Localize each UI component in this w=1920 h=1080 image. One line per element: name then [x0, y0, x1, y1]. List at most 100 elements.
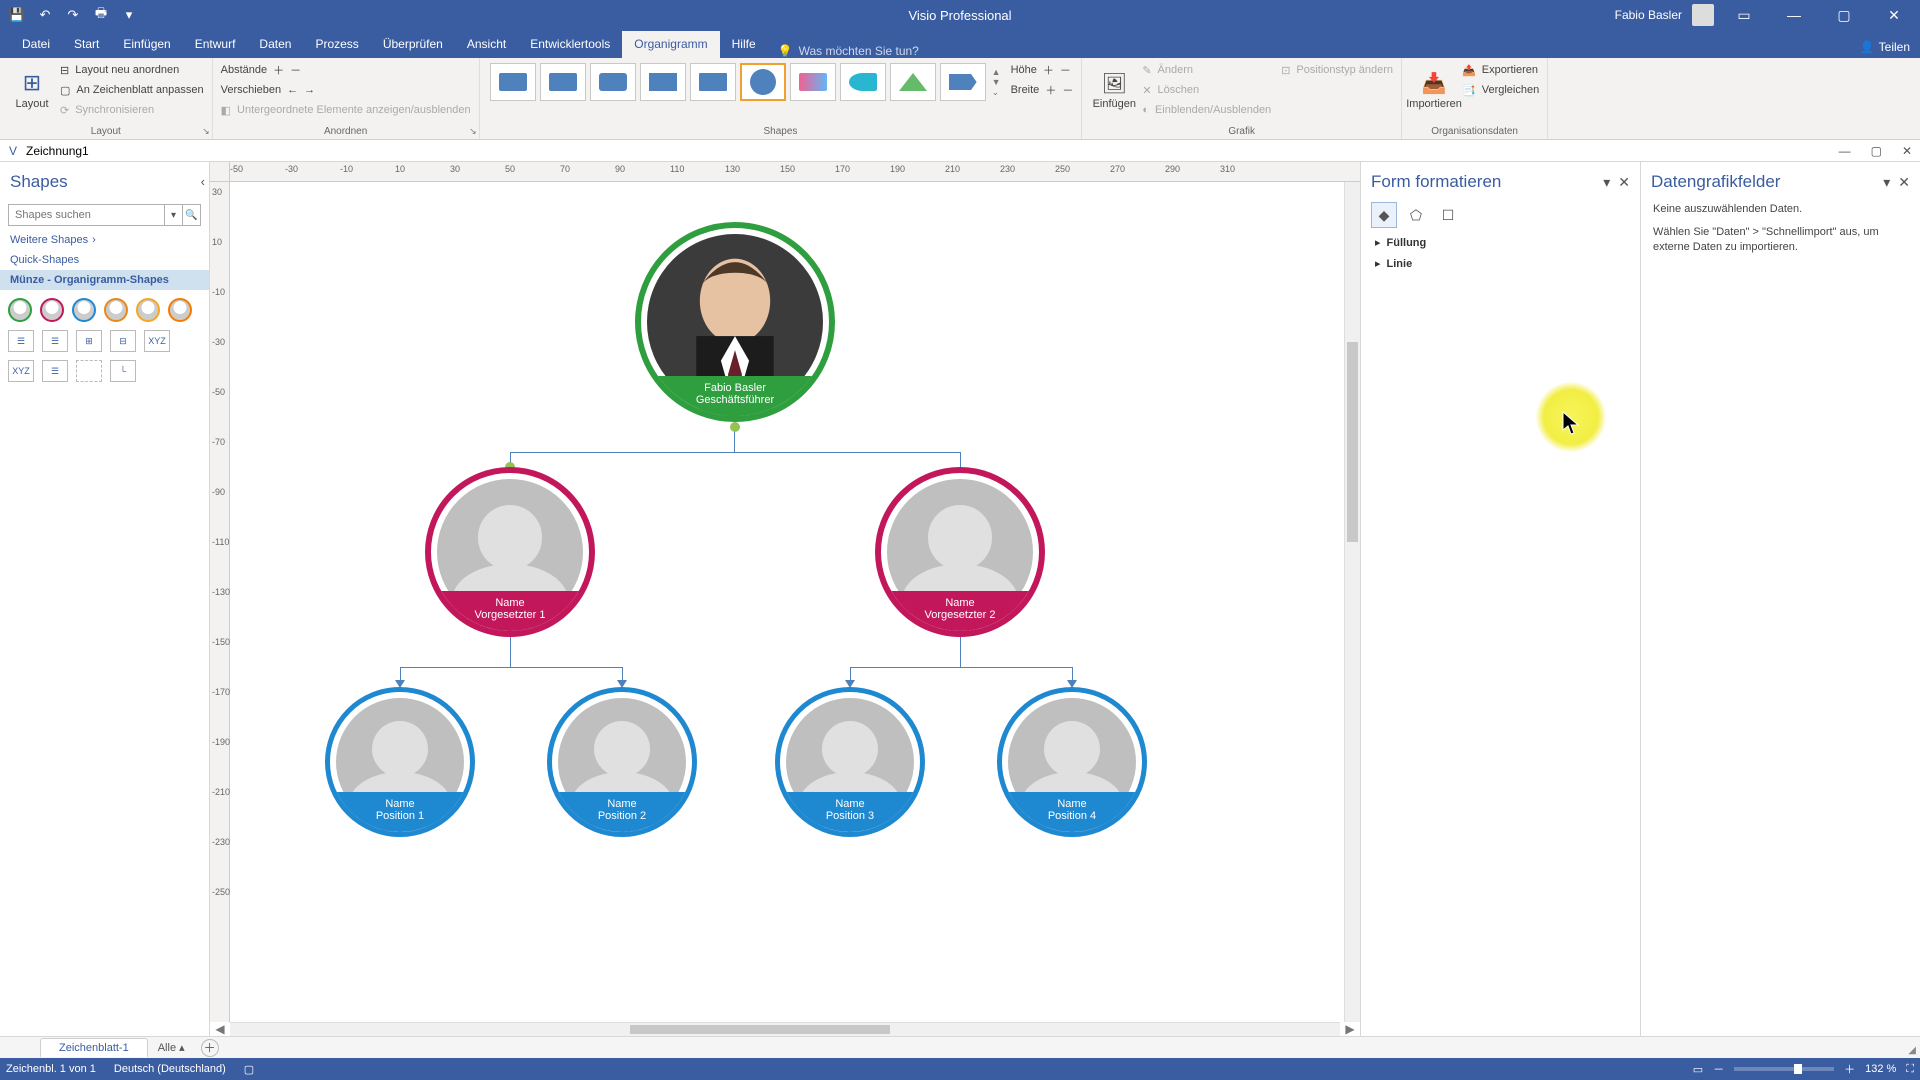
pane-close-icon[interactable]: ✕ [1898, 174, 1910, 191]
avatar[interactable] [1692, 4, 1714, 26]
doc-minimize-button[interactable]: — [1839, 144, 1851, 158]
resize-grip-icon[interactable]: ◢ [1908, 1045, 1916, 1056]
sheet-tab-1[interactable]: Zeichenblatt-1 [40, 1038, 148, 1057]
scroll-left-icon[interactable]: ◀ [210, 1022, 230, 1036]
tab-start[interactable]: Start [62, 31, 111, 58]
compare-button[interactable]: 📑Vergleichen [1462, 81, 1539, 99]
line-section[interactable]: ▸Linie [1361, 253, 1640, 274]
export-button[interactable]: 📤Exportieren [1462, 61, 1539, 79]
mini-shape-8[interactable] [76, 360, 102, 382]
tab-insert[interactable]: Einfügen [111, 31, 182, 58]
minimize-button[interactable]: — [1774, 0, 1814, 30]
fit-page-button[interactable]: ▢An Zeichenblatt anpassen [60, 81, 204, 99]
coin-green-shape[interactable] [8, 298, 32, 322]
tell-me[interactable]: 💡 Was möchten Sie tun? [768, 44, 929, 58]
ribbon-display-options-icon[interactable]: ▭ [1724, 0, 1764, 30]
spacing-dec-button[interactable]: － [290, 62, 301, 78]
connection-point-icon[interactable] [730, 422, 740, 432]
org-node-emp4[interactable]: NamePosition 4 [997, 687, 1147, 837]
mini-shape-5[interactable]: XYZ [144, 330, 170, 352]
org-node-emp1[interactable]: NamePosition 1 [325, 687, 475, 837]
search-dropdown-icon[interactable]: ▾ [165, 204, 183, 226]
fill-line-tab-icon[interactable]: ◆ [1371, 202, 1397, 228]
fill-section[interactable]: ▸Füllung [1361, 232, 1640, 253]
share-button[interactable]: 👤 Teilen [1850, 36, 1920, 58]
tab-process[interactable]: Prozess [303, 31, 370, 58]
connector[interactable] [850, 667, 1072, 668]
pane-menu-icon[interactable]: ▾ [1883, 174, 1890, 191]
search-icon[interactable]: 🔍 [183, 204, 201, 226]
coin-magenta-shape[interactable] [40, 298, 64, 322]
shape-style-7[interactable] [790, 63, 836, 101]
insert-picture-button[interactable]: 🖼 Einfügen [1090, 61, 1138, 119]
arrange-dialog-icon[interactable]: ↘ [469, 126, 477, 137]
org-node-mgr2[interactable]: Name Vorgesetzter 2 [875, 467, 1045, 637]
shape-style-4[interactable] [640, 63, 686, 101]
width-inc-button[interactable]: ＋ [1045, 82, 1056, 98]
mini-shape-6[interactable]: XYZ [8, 360, 34, 382]
shapes-collapse-icon[interactable]: ‹ [201, 174, 205, 189]
coin-orange3-shape[interactable] [168, 298, 192, 322]
mini-shape-3[interactable]: ⊞ [76, 330, 102, 352]
shape-style-8[interactable] [840, 63, 886, 101]
drawing-canvas[interactable]: Fabio Basler Geschäftsführer Name Vorges… [230, 182, 1344, 1022]
connector[interactable] [510, 452, 960, 453]
coin-orange-shape[interactable] [104, 298, 128, 322]
layout-button[interactable]: ⊞ Layout [8, 61, 56, 119]
doc-restore-button[interactable]: ▢ [1871, 144, 1882, 158]
size-tab-icon[interactable]: ☐ [1435, 202, 1461, 228]
fit-window-icon[interactable]: ⛶ [1906, 1063, 1914, 1076]
tab-design[interactable]: Entwurf [183, 31, 248, 58]
coin-blue-shape[interactable] [72, 298, 96, 322]
shape-style-10[interactable] [940, 63, 986, 101]
layout-dialog-icon[interactable]: ↘ [202, 126, 210, 137]
gallery-more-icon[interactable]: ⌄ [992, 87, 1001, 98]
print-button[interactable]: 🖶 [90, 4, 112, 26]
mini-shape-4[interactable]: ⊟ [110, 330, 136, 352]
qat-customize-icon[interactable]: ▾ [118, 4, 140, 26]
import-button[interactable]: 📥 Importieren [1410, 61, 1458, 119]
maximize-button[interactable]: ▢ [1824, 0, 1864, 30]
scroll-thumb[interactable] [630, 1025, 890, 1034]
doc-close-button[interactable]: ✕ [1902, 144, 1912, 158]
tab-help[interactable]: Hilfe [720, 31, 768, 58]
close-button[interactable]: ✕ [1874, 0, 1914, 30]
horizontal-scrollbar[interactable] [230, 1022, 1340, 1036]
mini-shape-1[interactable]: ☰ [8, 330, 34, 352]
zoom-in-button[interactable]: ＋ [1844, 1061, 1855, 1077]
tab-file[interactable]: Datei [10, 31, 62, 58]
width-dec-button[interactable]: － [1062, 82, 1073, 98]
effects-tab-icon[interactable]: ⬠ [1403, 202, 1429, 228]
quick-shapes-link[interactable]: Quick-Shapes [0, 250, 209, 270]
height-dec-button[interactable]: － [1060, 62, 1071, 78]
coin-orange2-shape[interactable] [136, 298, 160, 322]
tab-orgchart[interactable]: Organigramm [622, 31, 719, 58]
org-node-emp2[interactable]: NamePosition 2 [547, 687, 697, 837]
zoom-level[interactable]: 132 % [1865, 1063, 1896, 1075]
shape-style-3[interactable] [590, 63, 636, 101]
mini-shape-2[interactable]: ☰ [42, 330, 68, 352]
shape-style-2[interactable] [540, 63, 586, 101]
shape-style-6-selected[interactable] [740, 63, 786, 101]
org-node-mgr1[interactable]: Name Vorgesetzter 1 [425, 467, 595, 637]
add-sheet-button[interactable]: ＋ [201, 1039, 219, 1057]
mini-shape-7[interactable]: ☰ [42, 360, 68, 382]
shape-style-5[interactable] [690, 63, 736, 101]
page-indicator[interactable]: Zeichenbl. 1 von 1 [6, 1063, 96, 1075]
move-left-button[interactable]: ← [287, 84, 298, 96]
presentation-mode-icon[interactable]: ▭ [1693, 1063, 1703, 1076]
zoom-thumb[interactable] [1794, 1064, 1802, 1074]
connector[interactable] [510, 637, 511, 667]
shape-style-9[interactable] [890, 63, 936, 101]
connector[interactable] [960, 637, 961, 667]
gallery-scroll-down-icon[interactable]: ▼ [992, 77, 1001, 87]
height-inc-button[interactable]: ＋ [1043, 62, 1054, 78]
tab-review[interactable]: Überprüfen [371, 31, 455, 58]
language-indicator[interactable]: Deutsch (Deutschland) [114, 1063, 226, 1075]
move-right-button[interactable]: → [304, 84, 315, 96]
save-button[interactable]: 💾 [6, 4, 28, 26]
vertical-scrollbar[interactable] [1344, 182, 1360, 1022]
connector[interactable] [960, 452, 961, 467]
redo-button[interactable]: ↷ [62, 4, 84, 26]
mini-shape-9[interactable]: └ [110, 360, 136, 382]
